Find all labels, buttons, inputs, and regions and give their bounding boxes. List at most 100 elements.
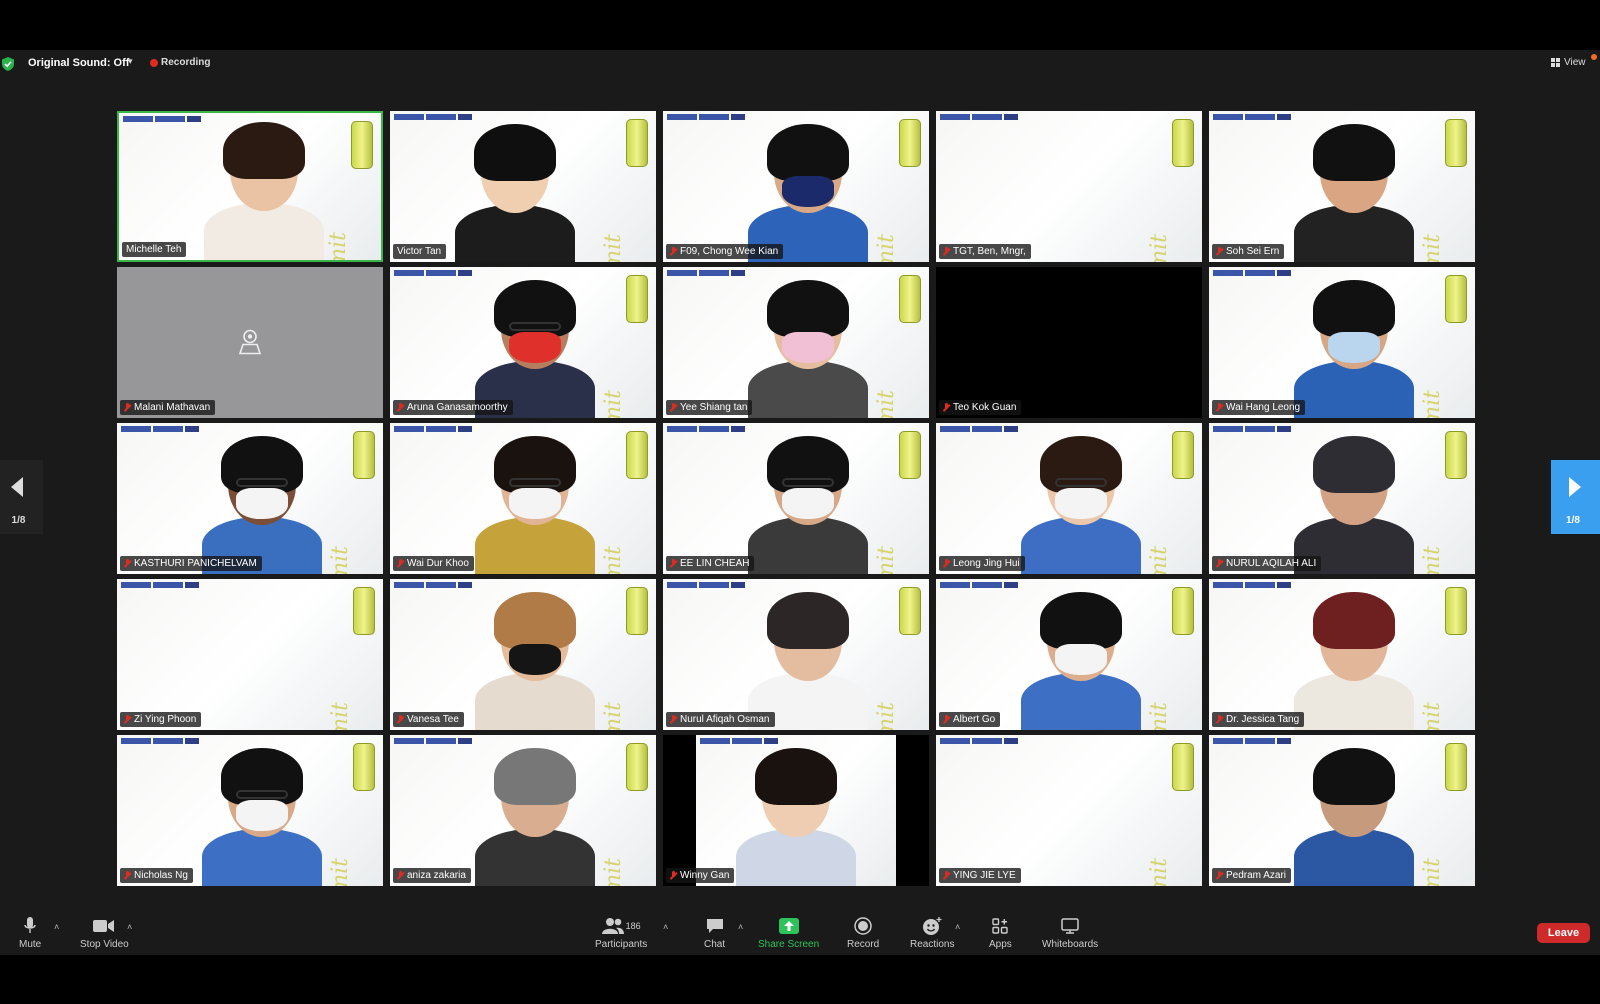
participant-name: Malani Mathavan [134, 402, 211, 413]
participant-tile[interactable]: SummitLEARNINGSoh Sei Ern [1209, 111, 1475, 262]
mute-button[interactable]: Mute [19, 916, 41, 950]
share-screen-icon [778, 918, 799, 934]
participant-tile[interactable]: Winny Gan [663, 735, 929, 886]
participant-video [748, 124, 868, 262]
whiteboards-label: Whiteboards [1042, 939, 1099, 950]
event-banner-logos [394, 270, 472, 276]
energy-drink-can-graphic [353, 743, 375, 791]
participant-tile[interactable]: SummitLEARNINGAlbert Go [936, 579, 1202, 730]
chat-button[interactable]: Chat [704, 916, 725, 950]
share-screen-button[interactable]: Share Screen [758, 916, 819, 950]
participant-tile[interactable]: SummitLEARNINGNURUL AQILAH ALI [1209, 423, 1475, 574]
next-page-button[interactable]: 1/8 [1551, 460, 1600, 534]
participant-name: NURUL AQILAH ALI [1226, 558, 1317, 569]
event-banner-logos [667, 426, 745, 432]
participant-video [1294, 280, 1414, 418]
participant-name: Wai Hang Leong [1226, 402, 1301, 413]
audio-options-chevron-icon[interactable]: ˄ [54, 922, 59, 932]
record-icon [854, 917, 872, 935]
participant-tile[interactable]: SummitLEARNINGYING JIE LYE [936, 735, 1202, 886]
background-script-text: Summit [1420, 390, 1445, 418]
participant-video [1021, 592, 1141, 730]
participant-nameplate: Winny Gan [666, 868, 735, 883]
energy-drink-can-graphic [626, 743, 648, 791]
energy-drink-can-graphic [1445, 119, 1467, 167]
background-script-text: Summit [874, 702, 899, 730]
participant-video [202, 748, 322, 886]
record-button[interactable]: Record [847, 916, 879, 950]
original-sound-toggle[interactable]: Original Sound: Off [28, 57, 129, 69]
participant-tile[interactable]: SummitLEARNINGNicholas Ng [117, 735, 383, 886]
participant-tile[interactable]: SummitLEARNINGPedram Azari [1209, 735, 1475, 886]
event-banner-logos [121, 426, 199, 432]
previous-page-button[interactable]: 1/8 [0, 460, 43, 534]
energy-drink-can-graphic [1172, 431, 1194, 479]
energy-drink-can-graphic [1172, 119, 1194, 167]
participant-tile[interactable]: SummitLEARNINGF09, Chong Wee Kian [663, 111, 929, 262]
energy-drink-can-graphic [353, 587, 375, 635]
participant-nameplate: F09, Chong Wee Kian [666, 244, 784, 259]
participant-tile[interactable]: SummitLEARNINGKASTHURI PANICHELVAM [117, 423, 383, 574]
participant-tile[interactable]: SummitLEARNINGMichelle Teh [117, 111, 383, 262]
reactions-options-chevron-icon[interactable]: ˄ [955, 922, 960, 932]
participant-tile[interactable]: Malani Mathavan [117, 267, 383, 418]
participant-video [736, 748, 856, 886]
microphone-muted-icon [1216, 871, 1223, 880]
background-script-text: Summit [1420, 702, 1445, 730]
microphone-muted-icon [943, 559, 950, 568]
participant-tile[interactable]: SummitLEARNINGaniza zakaria [390, 735, 656, 886]
participant-tile[interactable]: SummitLEARNINGAruna Ganasamoorthy [390, 267, 656, 418]
microphone-muted-icon [670, 715, 677, 724]
participant-tile[interactable]: SummitLEARNINGLeong Jing Hui [936, 423, 1202, 574]
microphone-muted-icon [1216, 559, 1223, 568]
participant-nameplate: Michelle Teh [122, 242, 187, 257]
participant-tile[interactable]: SummitLEARNINGZi Ying Phoon [117, 579, 383, 730]
participant-tile[interactable]: SummitLEARNINGVictor Tan [390, 111, 656, 262]
participant-tile[interactable]: Teo Kok Guan [936, 267, 1202, 418]
participant-tile[interactable]: SummitLEARNINGVanesa Tee [390, 579, 656, 730]
reactions-button[interactable]: Reactions [910, 916, 954, 950]
page-indicator-right: 1/8 [1566, 515, 1580, 526]
participant-name: Vanesa Tee [407, 714, 459, 725]
leave-button[interactable]: Leave [1537, 923, 1590, 943]
chevron-down-icon[interactable]: ▾ [128, 56, 133, 67]
participant-name: Wai Dur Khoo [407, 558, 469, 569]
apps-button[interactable]: Apps [989, 916, 1012, 950]
participant-video [1294, 436, 1414, 574]
event-banner-logos [1213, 426, 1291, 432]
background-script-text: Summit [328, 546, 353, 574]
recording-indicator[interactable]: Recording [150, 57, 210, 68]
participant-tile[interactable]: SummitLEARNINGDr. Jessica Tang [1209, 579, 1475, 730]
energy-drink-can-graphic [626, 431, 648, 479]
participant-tile[interactable]: SummitLEARNINGWai Hang Leong [1209, 267, 1475, 418]
security-shield-icon[interactable] [2, 57, 14, 71]
top-bar: Original Sound: Off ▾ Recording View [0, 50, 1600, 80]
participant-tile[interactable]: SummitLEARNINGTGT, Ben, Mngr, [936, 111, 1202, 262]
participant-tile[interactable]: SummitLEARNINGNurul Afiqah Osman [663, 579, 929, 730]
participant-name: aniza zakaria [407, 870, 466, 881]
mute-label: Mute [19, 939, 42, 950]
video-options-chevron-icon[interactable]: ˄ [127, 922, 132, 932]
participants-button[interactable]: 186 Participants [595, 916, 647, 950]
whiteboards-button[interactable]: Whiteboards [1042, 916, 1098, 950]
energy-drink-can-graphic [351, 121, 373, 169]
participants-options-chevron-icon[interactable]: ˄ [663, 922, 668, 932]
chat-options-chevron-icon[interactable]: ˄ [738, 922, 743, 932]
event-banner-logos [1213, 114, 1291, 120]
view-button[interactable]: View [1551, 57, 1586, 68]
participant-nameplate: aniza zakaria [393, 868, 471, 883]
event-banner-logos [940, 426, 1018, 432]
participant-video [455, 124, 575, 262]
participant-nameplate: Albert Go [939, 712, 1001, 727]
stop-video-button[interactable]: Stop Video [80, 916, 129, 950]
apps-icon [992, 918, 1009, 934]
participants-label: Participants [595, 939, 648, 950]
participant-tile[interactable]: SummitLEARNINGWai Dur Khoo [390, 423, 656, 574]
participant-tile[interactable]: SummitLEARNINGEE LIN CHEAH [663, 423, 929, 574]
participant-nameplate: KASTHURI PANICHELVAM [120, 556, 262, 571]
microphone-muted-icon [943, 715, 950, 724]
participant-tile[interactable]: SummitLEARNINGYee Shiang tan [663, 267, 929, 418]
video-camera-icon [93, 920, 115, 932]
energy-drink-can-graphic [899, 587, 921, 635]
participant-video [1021, 436, 1141, 574]
